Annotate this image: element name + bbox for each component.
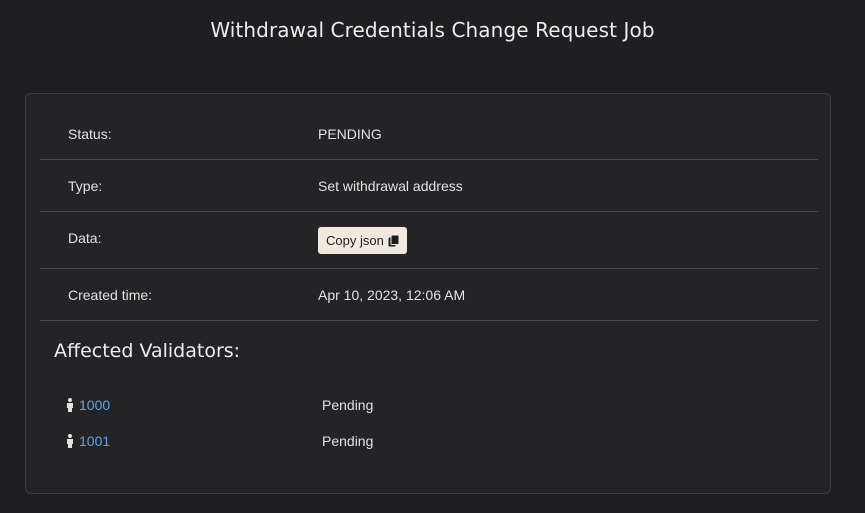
validator-status: Pending (322, 397, 374, 413)
affected-validators-title: Affected Validators: (54, 340, 241, 362)
job-details-card: Status: PENDING Type: Set withdrawal add… (25, 93, 831, 494)
data-value: Copy json (318, 212, 818, 254)
validator-id-cell: 1000 (66, 397, 322, 413)
copy-json-button[interactable]: Copy json (318, 227, 407, 254)
validators-list: 1000 Pending 1001 Pending (66, 387, 766, 459)
status-value: PENDING (318, 125, 382, 142)
copy-json-label: Copy json (326, 233, 384, 248)
validator-link[interactable]: 1001 (79, 433, 110, 449)
created-time-value: Apr 10, 2023, 12:06 AM (318, 286, 466, 303)
details-table: Status: PENDING Type: Set withdrawal add… (40, 108, 818, 321)
validator-status: Pending (322, 433, 374, 449)
type-value: Set withdrawal address (318, 177, 463, 194)
status-row: Status: PENDING (40, 108, 818, 160)
validator-link[interactable]: 1000 (79, 397, 110, 413)
copy-icon (388, 234, 399, 246)
data-label: Data: (68, 230, 102, 246)
data-row: Data: Copy json (40, 212, 818, 269)
status-label: Status: (68, 125, 112, 142)
created-time-row: Created time: Apr 10, 2023, 12:06 AM (40, 269, 818, 321)
validator-id-cell: 1001 (66, 433, 322, 449)
page: Withdrawal Credentials Change Request Jo… (0, 0, 865, 513)
person-icon (67, 434, 73, 448)
type-row: Type: Set withdrawal address (40, 160, 818, 212)
validator-row: 1001 Pending (66, 423, 766, 459)
person-icon (67, 398, 73, 412)
validator-row: 1000 Pending (66, 387, 766, 423)
type-label: Type: (68, 177, 103, 194)
created-time-label: Created time: (68, 286, 153, 303)
page-title: Withdrawal Credentials Change Request Jo… (210, 18, 655, 42)
